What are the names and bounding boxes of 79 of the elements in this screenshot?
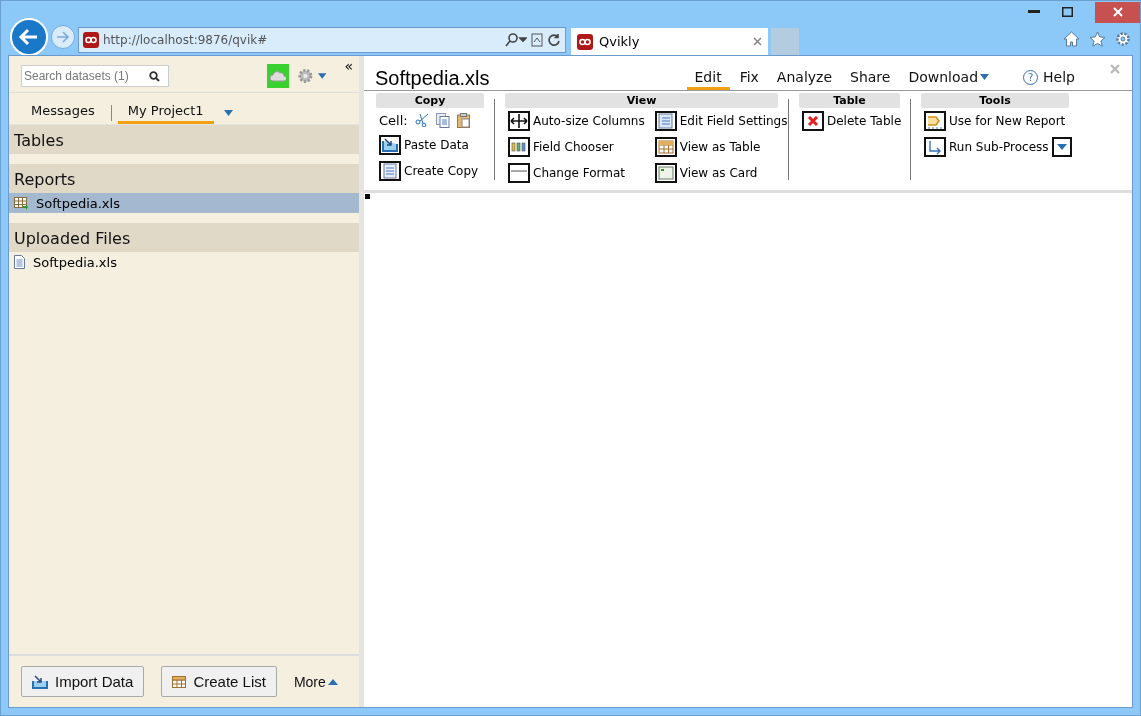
back-arrow-icon [18,26,40,48]
refresh-icon[interactable] [547,33,561,47]
settings-icon[interactable] [1115,31,1131,47]
section-header: Tables [9,125,359,154]
report-icon [14,196,28,210]
section-header: Reports [9,164,359,193]
menu-tab[interactable]: ? Help [1015,67,1083,90]
footer-button[interactable]: Create List [161,666,277,697]
maximize-icon[interactable] [1062,7,1073,17]
scissors-icon[interactable] [414,113,429,127]
close-button[interactable] [1095,1,1140,23]
sidebar-tab[interactable]: Messages [21,101,105,124]
settings-icon[interactable] [297,67,315,85]
ribbon-button[interactable]: Use for New Report [924,108,1072,134]
ribbon-button[interactable]: Change Format [508,160,645,186]
delete-icon [802,111,824,131]
star-icon[interactable] [1089,31,1106,47]
search-icon [149,70,160,82]
compatibility-icon[interactable] [531,33,543,47]
minimize-icon[interactable] [1028,10,1040,14]
group-title: View [505,93,778,108]
copy-icon[interactable] [435,112,450,128]
document-icon [379,161,401,181]
section-header: Uploaded Files [9,223,359,252]
table-icon [172,675,187,688]
caret-icon [980,74,990,80]
caret-icon[interactable] [318,73,327,79]
sidebar-item[interactable]: Softpedia.xls [9,252,359,272]
menu-tab[interactable]: Download [900,67,998,90]
browser-tab[interactable]: Qvikly [571,28,768,55]
resize-icon [508,111,530,131]
ribbon-button[interactable]: View as Table [654,134,788,160]
import-icon [32,674,48,689]
menu-tab[interactable]: Share [842,67,899,90]
card-icon [654,163,677,183]
caret-icon [327,678,338,685]
ribbon-button[interactable]: Auto-size Columns [508,108,645,134]
ribbon-button[interactable]: Field Chooser [508,134,645,160]
caret-icon[interactable] [223,109,233,116]
ribbon-button[interactable]: Delete Table [802,108,902,134]
document-title: Softpedia.xls [375,66,490,90]
footer-button[interactable]: Import Data [21,666,145,697]
document-icon [14,255,25,269]
columns-icon [508,137,530,157]
table-icon [654,137,677,157]
site-icon [577,33,593,50]
ribbon-button[interactable]: Run Sub-Process [924,134,1072,160]
document-icon [654,111,677,131]
cursor-marker [365,194,370,199]
menu-tab[interactable]: Analyze [768,67,841,90]
close-icon[interactable] [753,37,762,46]
search-field[interactable]: Search datasets (1) [21,65,169,87]
ribbon-button[interactable]: View as Card [654,160,788,186]
home-icon[interactable] [1063,31,1080,47]
back-button[interactable] [10,18,48,56]
collapse-button[interactable]: « [344,58,353,74]
group-title: Table [799,93,900,108]
import-icon [379,135,401,155]
forward-arrow-icon [56,30,70,44]
dropdown-icon[interactable] [1051,137,1072,157]
close-icon [1112,7,1123,17]
ribbon-button[interactable]: Create Copy [379,158,479,184]
more-button[interactable]: More [293,673,338,690]
group-title: Tools [921,93,1069,108]
cloud-icon [270,70,287,82]
site-icon [83,32,99,48]
search-icon[interactable] [505,33,527,47]
cloud-button[interactable] [266,64,290,88]
cell-label: Cell: [379,112,408,128]
menu-tab[interactable]: Fix [731,67,767,90]
format-icon [508,163,530,183]
menu-tab[interactable]: Edit [686,67,730,90]
url-text: http://localhost:9876/qvik# [103,33,269,47]
ribbon-button[interactable]: Paste Data [379,132,479,158]
ribbon-button[interactable]: Edit Field Settings [654,108,788,134]
group-title: Copy [376,93,484,108]
sidebar-item[interactable]: Softpedia.xls [9,193,359,213]
address-bar[interactable]: http://localhost:9876/qvik# [78,27,566,53]
paste-icon[interactable] [456,112,470,128]
